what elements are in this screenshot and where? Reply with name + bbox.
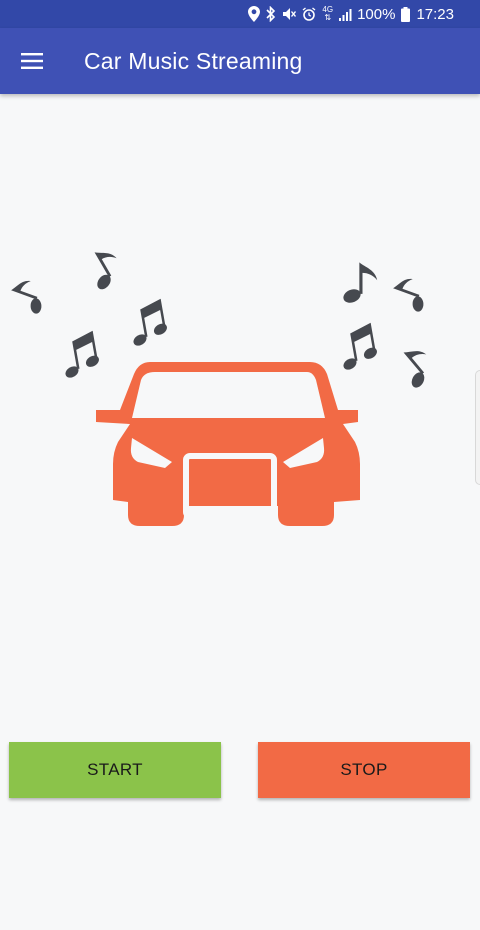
location-icon [248,6,261,22]
battery-percentage: 100% [357,5,396,23]
bluetooth-icon [266,6,276,22]
hamburger-menu-button[interactable] [0,28,64,94]
status-clock: 17:23 [416,5,454,23]
music-note-icon [5,275,51,318]
music-note-icon [391,342,441,393]
mute-icon [282,7,297,21]
hamburger-menu-icon [21,53,43,69]
music-note-icon [341,262,378,306]
music-note-icon [335,322,382,373]
start-button[interactable]: START [9,742,221,798]
signal-icon [339,8,353,21]
car-icon [96,362,360,526]
alarm-icon [302,7,316,21]
edge-panel-handle[interactable] [475,370,480,485]
music-note-icon [57,330,104,381]
app-bar: Car Music Streaming [0,28,480,94]
battery-icon [401,6,411,22]
app-title: Car Music Streaming [84,47,303,74]
music-note-icon [387,273,433,316]
stop-button[interactable]: STOP [258,742,470,798]
car-music-illustration [0,230,480,540]
music-note-icon [125,298,172,349]
network-4g-icon: 4G ⇅ [322,5,334,22]
status-bar: 4G ⇅ 100% 17:23 [0,0,480,28]
music-note-icon [80,244,128,295]
